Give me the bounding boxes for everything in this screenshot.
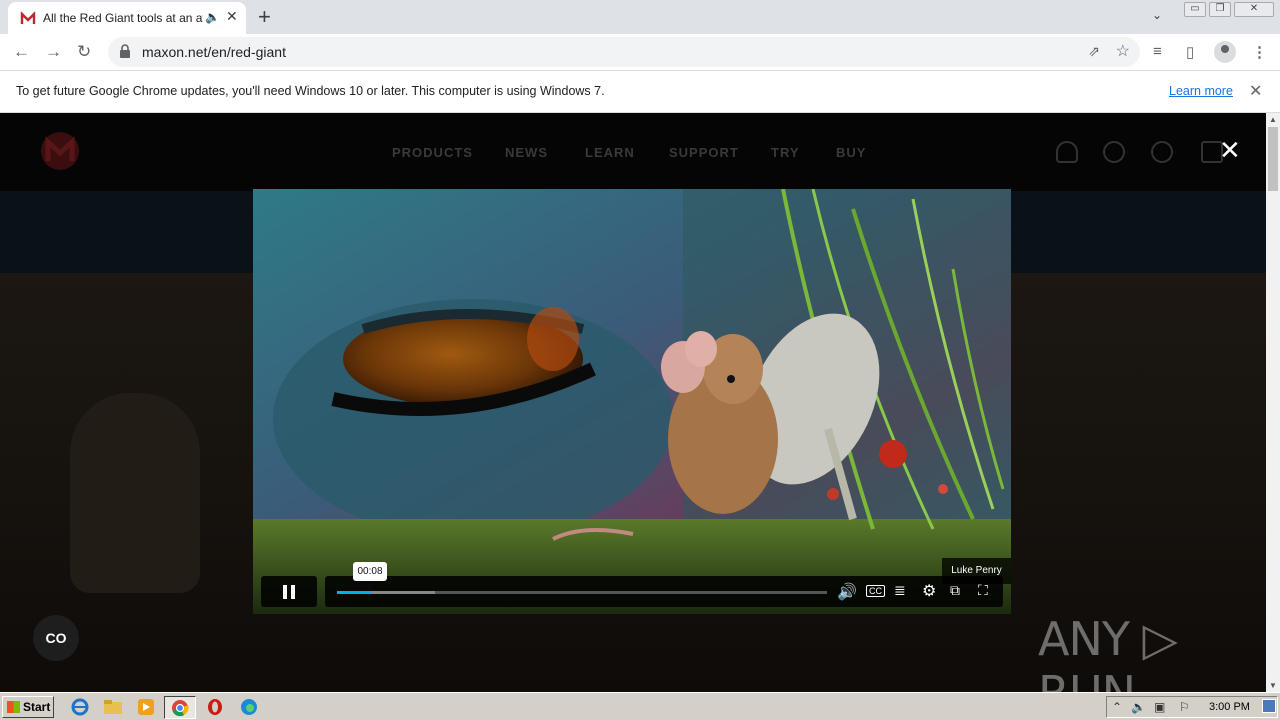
tab-strip: All the Red Giant tools at an affordable…: [0, 0, 1280, 34]
ie-icon[interactable]: [69, 697, 91, 717]
volume-tray-icon[interactable]: 🔈: [1131, 700, 1146, 714]
forward-button[interactable]: →: [45, 42, 62, 62]
pause-icon: [283, 585, 287, 599]
video-progress-bar[interactable]: [337, 591, 827, 594]
site-header: PRODUCTS NEWS LEARN SUPPORT TRY BUY: [0, 113, 1266, 191]
pip-icon[interactable]: ⧉: [950, 582, 960, 599]
infobar-message: To get future Google Chrome updates, you…: [16, 84, 605, 98]
lock-icon: [120, 44, 130, 58]
bookmark-star-icon[interactable]: ☆: [1116, 41, 1130, 61]
taskbar-clock[interactable]: 3:00 PM: [1209, 701, 1250, 713]
side-panel-icon[interactable]: ▯: [1186, 43, 1194, 61]
show-desktop-button[interactable]: [1262, 699, 1276, 713]
pause-icon: [291, 585, 295, 599]
media-player-icon[interactable]: [135, 697, 157, 717]
restore-button[interactable]: ❐: [1209, 2, 1231, 17]
maxon-logo[interactable]: [38, 131, 82, 171]
volume-icon[interactable]: 🔊: [837, 582, 857, 602]
nav-learn[interactable]: LEARN: [585, 145, 635, 160]
system-tray: ⌃ 🔈 ▣ ⚐ 3:00 PM: [1106, 696, 1278, 718]
nav-support[interactable]: SUPPORT: [669, 145, 739, 160]
nav-buy[interactable]: BUY: [836, 145, 866, 160]
address-bar[interactable]: maxon.net/en/red-giant ⇗ ☆: [108, 37, 1140, 67]
url-text: maxon.net/en/red-giant: [142, 44, 286, 60]
scroll-up-arrow-icon[interactable]: ▲: [1269, 115, 1277, 124]
window-close-button[interactable]: ✕: [1234, 2, 1274, 17]
media-control-icon[interactable]: ≡: [1153, 43, 1162, 60]
nav-try[interactable]: TRY: [771, 145, 800, 160]
settings-icon[interactable]: ⚙: [922, 581, 936, 601]
windows-flag-icon: [7, 701, 20, 713]
update-infobar: To get future Google Chrome updates, you…: [0, 71, 1280, 113]
edge-icon[interactable]: [238, 697, 260, 717]
maxon-favicon-icon: [20, 11, 36, 27]
browser-tab-active[interactable]: All the Red Giant tools at an affordable…: [8, 2, 246, 34]
account-icon[interactable]: [1056, 141, 1078, 163]
reload-button[interactable]: ↻: [77, 42, 91, 62]
speaker-icon[interactable]: 🔈: [205, 10, 220, 24]
windows-taskbar: Start ⌃ 🔈 ▣ ⚐ 3:00 PM: [0, 692, 1280, 720]
tab-close-button[interactable]: ✕: [226, 8, 238, 25]
infobar-close-button[interactable]: ✕: [1249, 81, 1262, 101]
learn-more-link[interactable]: Learn more: [1169, 84, 1233, 98]
action-center-flag-icon[interactable]: ⚐: [1179, 700, 1190, 714]
cookie-consent-button[interactable]: CO: [33, 615, 79, 661]
tab-title: All the Red Giant tools at an affordable…: [43, 11, 203, 25]
video-control-bar: 🔊 CC ≣ ⚙ ⧉ ⛶: [325, 576, 1003, 607]
back-button[interactable]: ←: [13, 42, 30, 62]
modal-close-button[interactable]: ✕: [1219, 135, 1241, 166]
start-label: Start: [23, 700, 51, 714]
pause-button[interactable]: [261, 576, 317, 607]
video-player[interactable]: [253, 189, 1011, 614]
fullscreen-icon[interactable]: ⛶: [978, 582, 988, 599]
globe-icon[interactable]: [1151, 141, 1173, 163]
page-scrollbar[interactable]: ▲ ▼: [1266, 113, 1280, 692]
share-icon[interactable]: ⇗: [1088, 43, 1100, 60]
explorer-icon[interactable]: [102, 697, 124, 717]
progress-played: [337, 591, 372, 594]
chrome-taskbar-button[interactable]: [164, 696, 196, 719]
transcript-icon[interactable]: ≣: [894, 582, 906, 599]
chrome-icon: [172, 700, 189, 717]
nav-news[interactable]: NEWS: [505, 145, 548, 160]
show-hidden-icons-icon[interactable]: ⌃: [1112, 700, 1122, 714]
tab-search-icon[interactable]: ⌄: [1152, 8, 1162, 22]
video-frame-image: [253, 189, 1011, 614]
time-tooltip: 00:08: [353, 562, 387, 581]
network-icon[interactable]: ▣: [1154, 700, 1165, 714]
start-button[interactable]: Start: [2, 696, 54, 718]
minimize-button[interactable]: ▭: [1184, 2, 1206, 17]
hero-figure-image: [70, 393, 200, 593]
captions-icon[interactable]: CC: [866, 585, 885, 597]
profile-avatar[interactable]: [1214, 41, 1236, 63]
new-tab-button[interactable]: +: [258, 4, 271, 30]
nav-products[interactable]: PRODUCTS: [392, 145, 473, 160]
browser-toolbar: ← → ↻ maxon.net/en/red-giant ⇗ ☆ ≡ ▯ ⋮: [0, 34, 1280, 71]
search-icon[interactable]: [1103, 141, 1125, 163]
chrome-menu-icon[interactable]: ⋮: [1252, 43, 1267, 61]
opera-icon[interactable]: [204, 697, 226, 717]
scrollbar-thumb[interactable]: [1268, 127, 1278, 191]
